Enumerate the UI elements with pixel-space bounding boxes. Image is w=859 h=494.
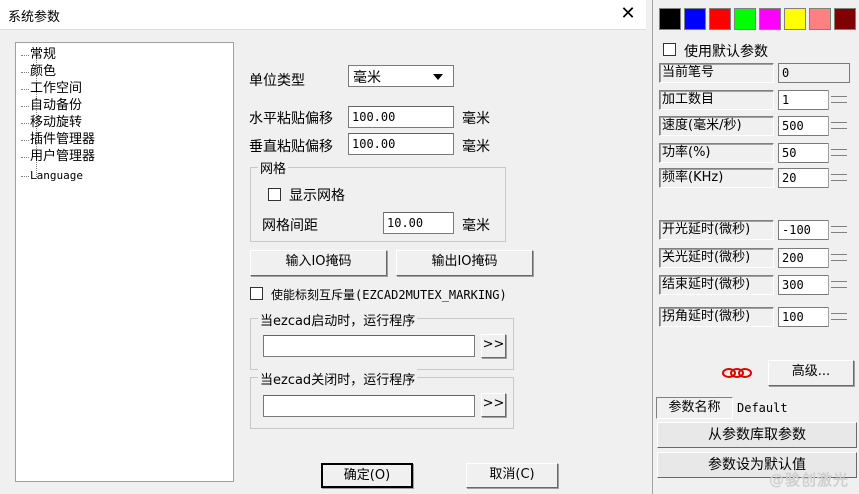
- ok-button[interactable]: 确定(O): [321, 463, 413, 488]
- startup-program-input[interactable]: [263, 335, 475, 357]
- v-offset-input[interactable]: 100.00: [348, 133, 454, 155]
- h-offset-unit: 毫米: [462, 111, 490, 127]
- h-offset-input[interactable]: 100.00: [348, 106, 454, 128]
- param-name-label: 参数名称: [656, 397, 733, 419]
- spinner-icon[interactable]: [828, 248, 850, 268]
- spinner-icon[interactable]: [828, 116, 850, 136]
- tree-item-colors[interactable]: 颜色: [20, 64, 56, 80]
- param-name-value: Default: [737, 401, 788, 415]
- use-default-checkbox[interactable]: [663, 43, 676, 56]
- dialog-title: 系统参数: [8, 10, 61, 25]
- system-params-dialog: 系统参数 ✕ 常规 颜色 工作空间 自动备份 移动旋转 插件管理器 用户管理器 …: [0, 0, 646, 494]
- spinner-icon[interactable]: [828, 275, 850, 295]
- chain-icon[interactable]: [719, 363, 759, 383]
- shutdown-browse-button[interactable]: >>: [481, 393, 506, 417]
- color-swatch[interactable]: [784, 8, 806, 30]
- tree-item-workspace[interactable]: 工作空间: [20, 81, 82, 97]
- show-grid-label: 显示网格: [289, 188, 345, 204]
- param-label: 拐角延时(微秒): [659, 307, 774, 327]
- pen-params-panel: 使用默认参数 当前笔号 0 加工数目 1 速度(毫米/秒) 500 功率(%) 50 频率(KH…: [652, 0, 859, 494]
- spinner-icon[interactable]: [828, 220, 850, 240]
- use-default-label: 使用默认参数: [684, 44, 768, 60]
- param-label: 加工数目: [659, 90, 774, 110]
- tree-item-plugins[interactable]: 插件管理器: [20, 132, 95, 148]
- color-swatch[interactable]: [659, 8, 681, 30]
- param-label: 速度(毫米/秒): [659, 116, 774, 136]
- param-label: 当前笔号: [659, 63, 774, 83]
- spinner-icon[interactable]: [828, 143, 850, 163]
- h-offset-label: 水平粘贴偏移: [249, 111, 333, 127]
- param-value-input[interactable]: 0: [778, 63, 850, 83]
- chevron-down-icon: [433, 74, 443, 80]
- tree-item-language[interactable]: Language: [21, 168, 83, 184]
- unit-type-label: 单位类型: [249, 73, 305, 89]
- color-swatch[interactable]: [834, 8, 856, 30]
- spinner-icon[interactable]: [828, 90, 850, 110]
- unit-type-select[interactable]: 毫米: [348, 65, 454, 87]
- close-icon[interactable]: ✕: [616, 2, 640, 26]
- color-swatch[interactable]: [809, 8, 831, 30]
- param-label: 结束延时(微秒): [659, 275, 774, 295]
- grid-spacing-unit: 毫米: [462, 218, 490, 234]
- grid-spacing-label: 网格间距: [262, 218, 318, 234]
- input-io-mask-button[interactable]: 输入IO掩码: [250, 250, 387, 276]
- param-label: 开光延时(微秒): [659, 220, 774, 240]
- settings-tree: 常规 颜色 工作空间 自动备份 移动旋转 插件管理器 用户管理器 Languag…: [15, 42, 234, 482]
- param-label: 功率(%): [659, 143, 774, 163]
- unit-type-value: 毫米: [353, 70, 381, 86]
- startup-program-label: 当ezcad启动时，运行程序: [258, 310, 418, 329]
- startup-browse-button[interactable]: >>: [481, 334, 506, 358]
- shutdown-program-input[interactable]: [263, 395, 475, 417]
- v-offset-label: 垂直粘贴偏移: [249, 139, 333, 155]
- watermark: @骏创激光: [768, 471, 849, 489]
- tree-item-autobackup[interactable]: 自动备份: [20, 98, 82, 114]
- output-io-mask-button[interactable]: 输出IO掩码: [396, 250, 533, 276]
- title-bar: 系统参数 ✕: [0, 0, 646, 30]
- cancel-button[interactable]: 取消(C): [466, 463, 558, 488]
- shutdown-program-label: 当ezcad关闭时，运行程序: [258, 369, 418, 388]
- spinner-icon[interactable]: [828, 168, 850, 188]
- tree-item-users[interactable]: 用户管理器: [20, 149, 95, 165]
- tree-item-move-rotate[interactable]: 移动旋转: [20, 115, 82, 131]
- grid-group-label: 网格: [258, 158, 289, 177]
- param-label: 频率(KHz): [659, 168, 774, 188]
- mutex-checkbox[interactable]: [250, 287, 263, 300]
- load-from-library-button[interactable]: 从参数库取参数: [657, 422, 857, 448]
- advanced-button[interactable]: 高级...: [768, 360, 854, 386]
- v-offset-unit: 毫米: [462, 139, 490, 155]
- param-label: 关光延时(微秒): [659, 248, 774, 268]
- grid-spacing-input[interactable]: 10.00: [383, 212, 454, 234]
- color-swatch[interactable]: [709, 8, 731, 30]
- mutex-label: 使能标刻互斥量(EZCAD2MUTEX_MARKING): [271, 288, 507, 302]
- color-swatch[interactable]: [734, 8, 756, 30]
- spinner-icon[interactable]: [828, 307, 850, 327]
- show-grid-checkbox[interactable]: [268, 188, 281, 201]
- tree-item-general[interactable]: 常规: [20, 47, 56, 63]
- color-swatch[interactable]: [759, 8, 781, 30]
- color-swatch[interactable]: [684, 8, 706, 30]
